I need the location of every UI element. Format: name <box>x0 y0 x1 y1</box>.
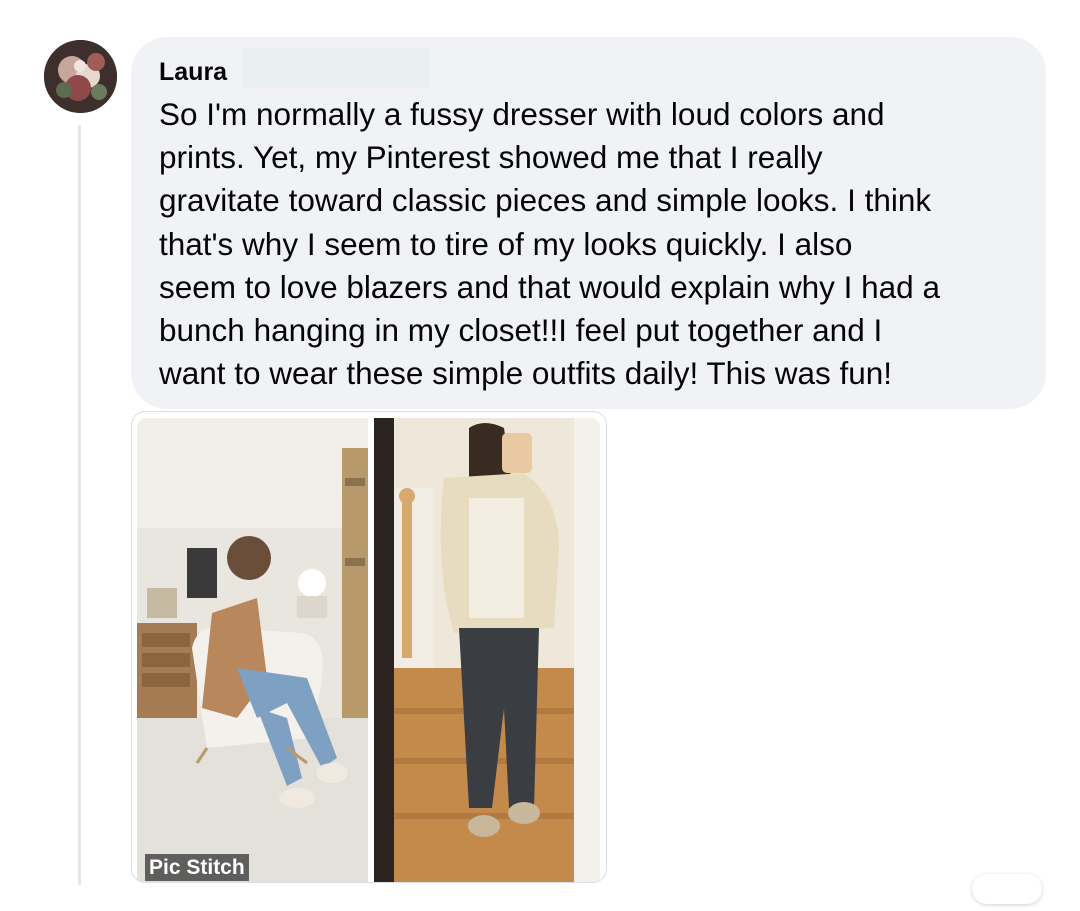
photo-seated-blazer-image <box>137 418 368 882</box>
author-name-redaction <box>243 48 429 88</box>
pic-stitch-watermark: Pic Stitch <box>145 854 249 881</box>
photo-mirror-blazer[interactable] <box>374 418 600 882</box>
photo-seated-blazer[interactable]: Pic Stitch <box>137 418 368 882</box>
photo-mirror-blazer-image <box>374 418 600 882</box>
avatar[interactable] <box>44 40 117 113</box>
comment-author[interactable]: Laura <box>159 56 227 88</box>
reaction-summary[interactable] <box>972 874 1042 904</box>
photo-attachment[interactable]: Pic Stitch <box>131 411 607 883</box>
reply-thread-line <box>78 125 81 885</box>
avatar-image <box>44 40 117 113</box>
comment-text: So I'm normally a fussy dresser with lou… <box>159 96 940 392</box>
